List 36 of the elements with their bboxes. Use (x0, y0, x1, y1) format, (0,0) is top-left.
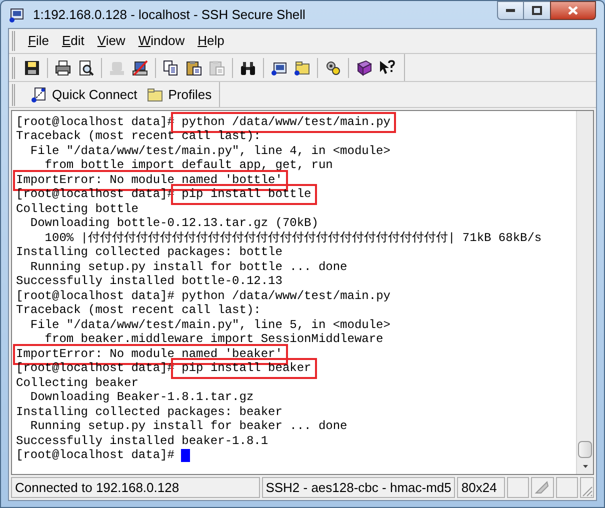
terminal-line: File "/data/www/test/main.py", line 5, in <module> (29, 318, 390, 333)
terminal-line: Downloading bottle-0.12.13.tar.gz (70kB) (29, 216, 318, 232)
terminal-prompt: [root@localhost data]# (16, 448, 174, 464)
menu-item[interactable]: File (28, 31, 49, 51)
terminal-prompt: [root@localhost data]# (16, 288, 174, 304)
menu-item[interactable]: Window (138, 31, 185, 51)
terminal-line: Traceback (most recent call last): (16, 129, 261, 144)
terminal-line: from bottle import default app, get, run (44, 158, 333, 174)
toolbar-button[interactable]: Profiles (168, 84, 212, 104)
terminal-line: Installing collected packages: bottle (16, 245, 282, 260)
highlighted-command: python /data/www/test/main.py (174, 114, 394, 130)
status-text: 80x24 (457, 477, 505, 498)
terminal-line: Running setup.py install for bottle ... done (29, 260, 348, 275)
terminal-line: from beaker.middleware import SessionMiddleware (44, 332, 384, 348)
menu-item[interactable]: View (97, 31, 126, 51)
terminal-line: Running setup.py install for beaker ... done (29, 419, 348, 434)
terminal-line: Collecting beaker (16, 376, 138, 391)
menu-item[interactable]: Help (198, 31, 224, 51)
highlighted-command: pip install bottle (174, 187, 314, 202)
terminal-line: Successfully installed bottle-0.12.13 (16, 274, 282, 290)
status-text: SSH2 - aes128-cbc - hmac-md5 (262, 477, 456, 498)
highlighted-line: ImportError: No module named 'beaker' (16, 346, 286, 362)
menu-item[interactable]: Edit (62, 31, 84, 51)
status-text: Connected to 192.168.0.128 (11, 477, 260, 498)
terminal-line: Collecting bottle (16, 202, 138, 217)
terminal-command: python /data/www/test/main.py (180, 288, 390, 304)
toolbar-button[interactable]: Quick Connect (52, 84, 138, 104)
terminal-line: Successfully installed beaker-1.8.1 (16, 434, 268, 449)
highlighted-command: pip install beaker (174, 361, 314, 376)
terminal-line: Traceback (most recent call last): (16, 303, 261, 318)
terminal-line: File "/data/www/test/main.py", line 4, in <module> (29, 144, 390, 159)
window-title: 1:192.168.0.128 - localhost - SSH Secure Shell (33, 6, 306, 24)
highlighted-line: ImportError: No module named 'bottle' (16, 172, 286, 188)
terminal-line: 100% |付付付付付付付付付付付付付付付付付付付付付付付付付付付付付付| 71kB 68kB/s (44, 230, 542, 246)
terminal-line: Installing collected packages: beaker (16, 404, 282, 420)
terminal-line: Downloading Beaker-1.8.1.tar.gz (29, 390, 254, 406)
